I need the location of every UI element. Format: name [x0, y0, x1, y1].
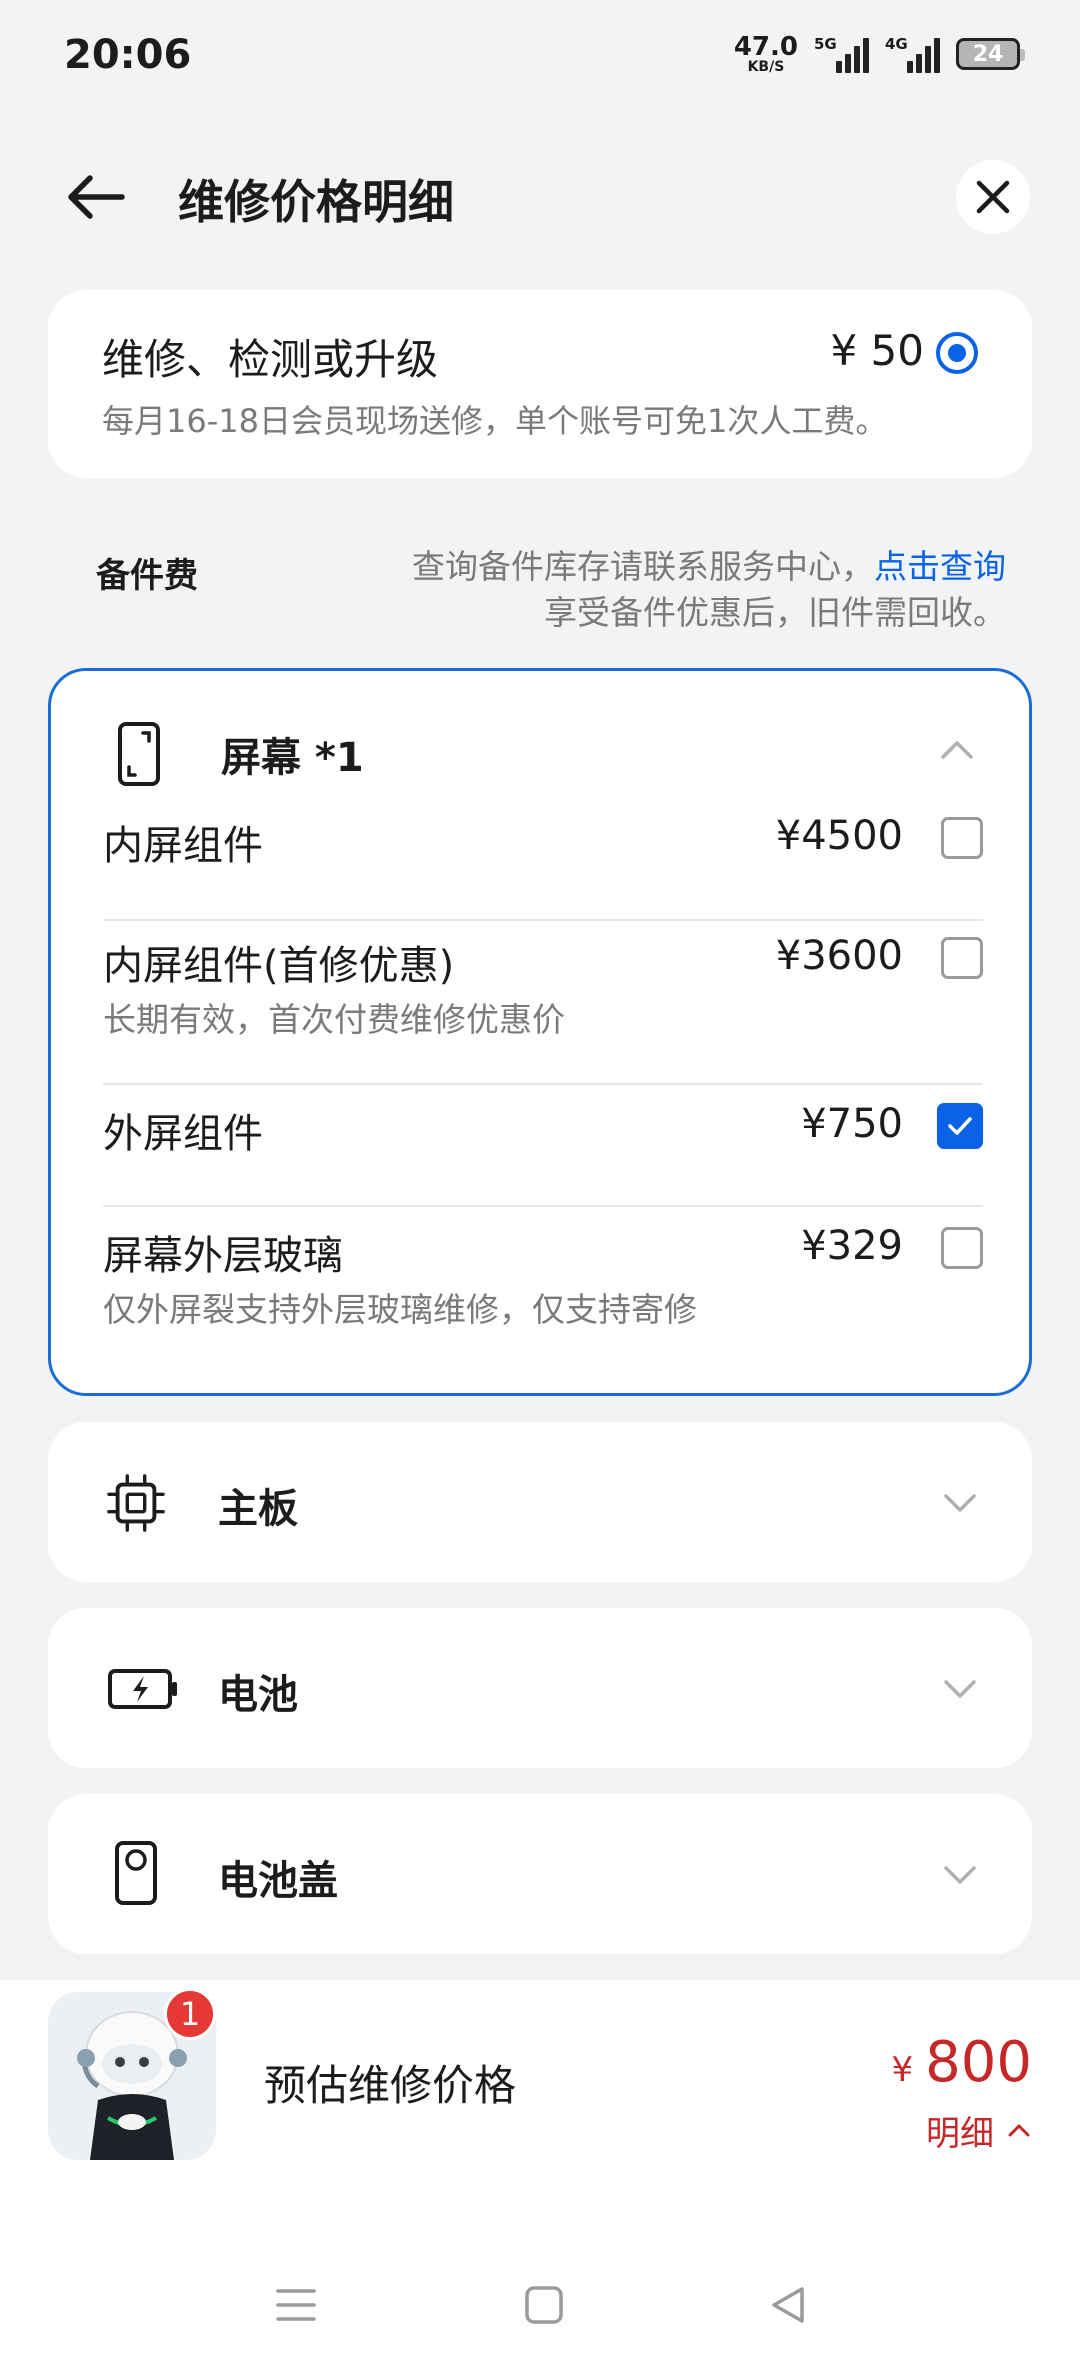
status-time: 20:06 — [64, 32, 192, 78]
part-checkbox[interactable] — [941, 817, 983, 859]
parts-fee-section: 备件费 查询备件库存请联系服务中心，点击查询 享受备件优惠后，旧件需回收。 — [0, 540, 1080, 640]
service-radio[interactable] — [936, 332, 978, 374]
parts-note-text-2: 享受备件优惠后，旧件需回收。 — [544, 593, 1006, 632]
estimate-amount: 800 — [925, 2030, 1032, 2095]
category-header-screen[interactable]: 屏幕 *1 — [51, 671, 1029, 821]
signal-5g-icon: 5G — [814, 35, 869, 73]
category-screen-card: 屏幕 *1 内屏组件 ¥4500 内屏组件(首修优惠) ¥3600 长期有效，首… — [48, 668, 1032, 1396]
part-checkbox[interactable] — [941, 1227, 983, 1269]
home-square-icon — [525, 2286, 563, 2324]
back-triangle-icon — [772, 2287, 804, 2323]
detail-toggle[interactable]: 明细 — [926, 2106, 1032, 2155]
network-speed: 47.0 KB/S — [734, 34, 798, 74]
service-name: 维修、检测或升级 — [102, 335, 439, 384]
page-title: 维修价格明细 — [178, 175, 454, 229]
app-header: 维修价格明细 — [0, 140, 1080, 250]
category-name: 主板 — [218, 1486, 298, 1532]
part-price: ¥750 — [801, 1101, 903, 1147]
part-checkbox-checked[interactable] — [937, 1103, 983, 1149]
part-price: ¥3600 — [775, 933, 903, 979]
status-icons: 47.0 KB/S 5G 4G 24 — [734, 34, 1025, 74]
part-checkbox[interactable] — [941, 937, 983, 979]
part-name: 内屏组件 — [103, 823, 263, 869]
category-name: 屏幕 *1 — [221, 735, 364, 781]
category-name: 电池 — [218, 1672, 298, 1718]
estimate-label: 预估维修价格 — [264, 2061, 517, 2110]
inventory-query-link[interactable]: 点击查询 — [874, 547, 1006, 586]
chevron-up-icon — [941, 741, 973, 759]
part-item[interactable]: 外屏组件 ¥750 — [103, 1101, 983, 1181]
battery-level: 24 — [972, 41, 1004, 67]
menu-nav-button[interactable] — [266, 2280, 326, 2330]
part-price: ¥329 — [801, 1223, 903, 1269]
parts-note-text: 查询备件库存请联系服务中心， — [412, 547, 874, 586]
repair-price-page: 20:06 47.0 KB/S 5G 4G 24 维修价格明细 维修、检测或升级… — [0, 0, 1080, 2376]
detail-label: 明细 — [926, 2114, 994, 2154]
part-item[interactable]: 内屏组件(首修优惠) ¥3600 长期有效，首次付费维修优惠价 — [103, 933, 983, 1043]
back-button[interactable] — [60, 162, 130, 232]
back-nav-button[interactable] — [758, 2280, 818, 2330]
part-name: 外屏组件 — [103, 1111, 263, 1157]
phone-back-camera-icon — [106, 1838, 166, 1908]
part-description: 长期有效，首次付费维修优惠价 — [103, 1000, 565, 1039]
part-item[interactable]: 屏幕外层玻璃 ¥329 仅外屏裂支持外层玻璃维修，仅支持寄修 — [103, 1223, 983, 1333]
estimate-price: ¥800 — [891, 2030, 1032, 2095]
parts-fee-note: 查询备件库存请联系服务中心，点击查询 享受备件优惠后，旧件需回收。 — [412, 544, 1006, 636]
home-nav-button[interactable] — [514, 2280, 574, 2330]
divider — [103, 1083, 983, 1085]
network-speed-unit: KB/S — [747, 59, 785, 75]
chip-icon — [106, 1468, 166, 1538]
arrow-left-icon — [68, 175, 125, 219]
part-description: 仅外屏裂支持外层玻璃维修，仅支持寄修 — [103, 1290, 697, 1329]
service-option-card[interactable]: 维修、检测或升级 ¥ 50 每月16-18日会员现场送修，单个账号可免1次人工费… — [48, 290, 1032, 478]
signal-4g-icon: 4G — [885, 35, 940, 73]
battery-charging-icon — [106, 1654, 180, 1724]
category-name: 电池盖 — [218, 1858, 338, 1904]
menu-icon — [276, 2289, 316, 2321]
sim2-label: 4G — [885, 35, 908, 53]
close-icon — [976, 180, 1010, 214]
category-battery-card[interactable]: 电池 — [48, 1608, 1032, 1768]
system-nav-bar — [0, 2230, 1080, 2376]
checkmark-icon — [948, 1117, 972, 1135]
phone-screen-icon — [109, 719, 169, 789]
part-price: ¥4500 — [775, 813, 903, 859]
estimate-bar: 1 预估维修价格 ¥800 明细 — [0, 1980, 1080, 2230]
parts-fee-label: 备件费 — [96, 556, 198, 596]
close-button[interactable] — [956, 160, 1030, 234]
battery-icon: 24 — [956, 38, 1025, 70]
part-item[interactable]: 内屏组件 ¥4500 — [103, 813, 983, 893]
chevron-down-icon — [944, 1494, 976, 1512]
part-name: 内屏组件(首修优惠) — [103, 943, 455, 989]
chevron-down-icon — [944, 1680, 976, 1698]
network-speed-value: 47.0 — [733, 32, 798, 62]
chevron-up-icon — [1008, 2124, 1030, 2136]
service-description: 每月16-18日会员现场送修，单个账号可免1次人工费。 — [102, 402, 888, 440]
divider — [103, 1205, 983, 1207]
category-battery-cover-card[interactable]: 电池盖 — [48, 1794, 1032, 1954]
service-price: ¥ 50 — [830, 326, 924, 375]
currency-symbol: ¥ — [891, 2050, 914, 2090]
category-mainboard-card[interactable]: 主板 — [48, 1422, 1032, 1582]
chevron-down-icon — [944, 1866, 976, 1884]
sim1-label: 5G — [814, 35, 837, 53]
part-name: 屏幕外层玻璃 — [103, 1233, 343, 1279]
notification-badge: 1 — [164, 1988, 216, 2040]
status-bar: 20:06 47.0 KB/S 5G 4G 24 — [0, 0, 1080, 110]
divider — [103, 919, 983, 921]
